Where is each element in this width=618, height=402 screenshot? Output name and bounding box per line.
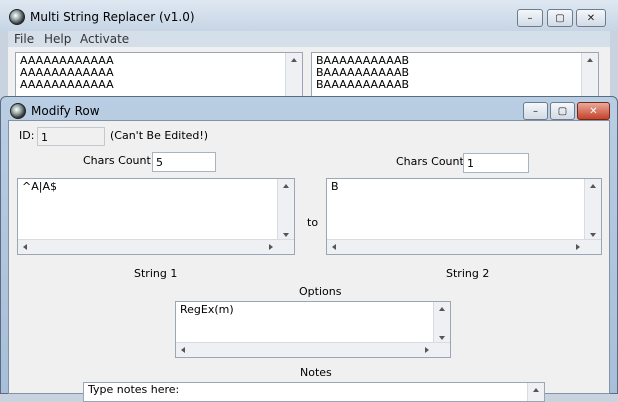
- string2-text: B: [331, 180, 339, 193]
- menu-activate[interactable]: Activate: [80, 32, 129, 46]
- string1-textarea[interactable]: ^A|A$: [17, 178, 295, 255]
- minimize-icon: –: [533, 105, 538, 117]
- scroll-right-icon[interactable]: [269, 244, 273, 250]
- horizontal-scrollbar[interactable]: [18, 239, 294, 254]
- dialog-maximize-button[interactable]: ▢: [550, 102, 575, 120]
- vertical-scrollbar[interactable]: [433, 302, 450, 345]
- main-minimize-button[interactable]: –: [517, 9, 543, 27]
- main-close-button[interactable]: ✕: [576, 9, 606, 27]
- id-note: (Can't Be Edited!): [110, 129, 209, 142]
- app-icon: [10, 103, 26, 119]
- options-list[interactable]: RegEx(m): [175, 301, 451, 358]
- scroll-right-icon[interactable]: [425, 347, 429, 353]
- vertical-scrollbar[interactable]: [527, 383, 544, 401]
- maximize-icon: ▢: [557, 105, 568, 117]
- string1-label: String 1: [134, 267, 178, 280]
- scroll-right-icon[interactable]: [576, 244, 580, 250]
- dialog-close-button[interactable]: ✕: [577, 102, 610, 120]
- main-window-title: Multi String Replacer (v1.0): [30, 10, 195, 24]
- list-item: BAAAAAAAAAAB: [316, 78, 410, 91]
- id-field: 1: [37, 127, 105, 146]
- vertical-scrollbar[interactable]: [584, 179, 601, 242]
- maximize-icon: ▢: [555, 12, 565, 24]
- chars-count2-input[interactable]: 1: [463, 153, 529, 173]
- main-title-bar: Multi String Replacer (v1.0) – ▢ ✕: [0, 0, 618, 32]
- notes-placeholder: Type notes here:: [88, 383, 180, 396]
- string1-text: ^A|A$: [22, 180, 57, 193]
- scroll-down-icon[interactable]: [439, 336, 445, 340]
- horizontal-scrollbar[interactable]: [327, 239, 601, 254]
- main-maximize-button[interactable]: ▢: [547, 9, 573, 27]
- scroll-up-icon[interactable]: [291, 58, 297, 62]
- horizontal-scrollbar[interactable]: [176, 342, 450, 357]
- vertical-scrollbar[interactable]: [277, 179, 294, 242]
- scroll-down-icon[interactable]: [590, 233, 596, 237]
- dialog-title: Modify Row: [31, 104, 100, 118]
- scroll-left-icon[interactable]: [23, 244, 27, 250]
- scroll-down-icon[interactable]: [283, 233, 289, 237]
- scroll-left-icon[interactable]: [181, 347, 185, 353]
- scroll-left-icon[interactable]: [332, 244, 336, 250]
- to-label: to: [307, 216, 319, 229]
- close-icon: ✕: [586, 12, 596, 24]
- menu-file[interactable]: File: [14, 32, 34, 46]
- scroll-up-icon[interactable]: [439, 307, 445, 311]
- dialog-body: ID: 1 (Can't Be Edited!) Chars Count 1: …: [8, 120, 610, 402]
- menu-bar: File Help Activate: [8, 31, 610, 47]
- id-label: ID:: [19, 129, 35, 142]
- options-label: Options: [299, 285, 342, 298]
- string2-label: String 2: [446, 267, 490, 280]
- scroll-up-icon[interactable]: [533, 388, 539, 392]
- chars-count1-input[interactable]: 5: [152, 152, 216, 172]
- list-item: AAAAAAAAAAAA: [20, 78, 114, 91]
- close-icon: ✕: [589, 105, 598, 117]
- menu-help[interactable]: Help: [44, 32, 71, 46]
- scroll-up-icon[interactable]: [590, 184, 596, 188]
- app-icon: [9, 9, 25, 25]
- notes-label: Notes: [300, 366, 332, 379]
- scroll-up-icon[interactable]: [283, 184, 289, 188]
- notes-textarea[interactable]: Type notes here:: [83, 382, 545, 402]
- option-item[interactable]: RegEx(m): [180, 304, 234, 316]
- minimize-icon: –: [527, 12, 533, 24]
- scroll-up-icon[interactable]: [587, 58, 593, 62]
- string2-textarea[interactable]: B: [326, 178, 602, 255]
- dialog-minimize-button[interactable]: –: [523, 102, 548, 120]
